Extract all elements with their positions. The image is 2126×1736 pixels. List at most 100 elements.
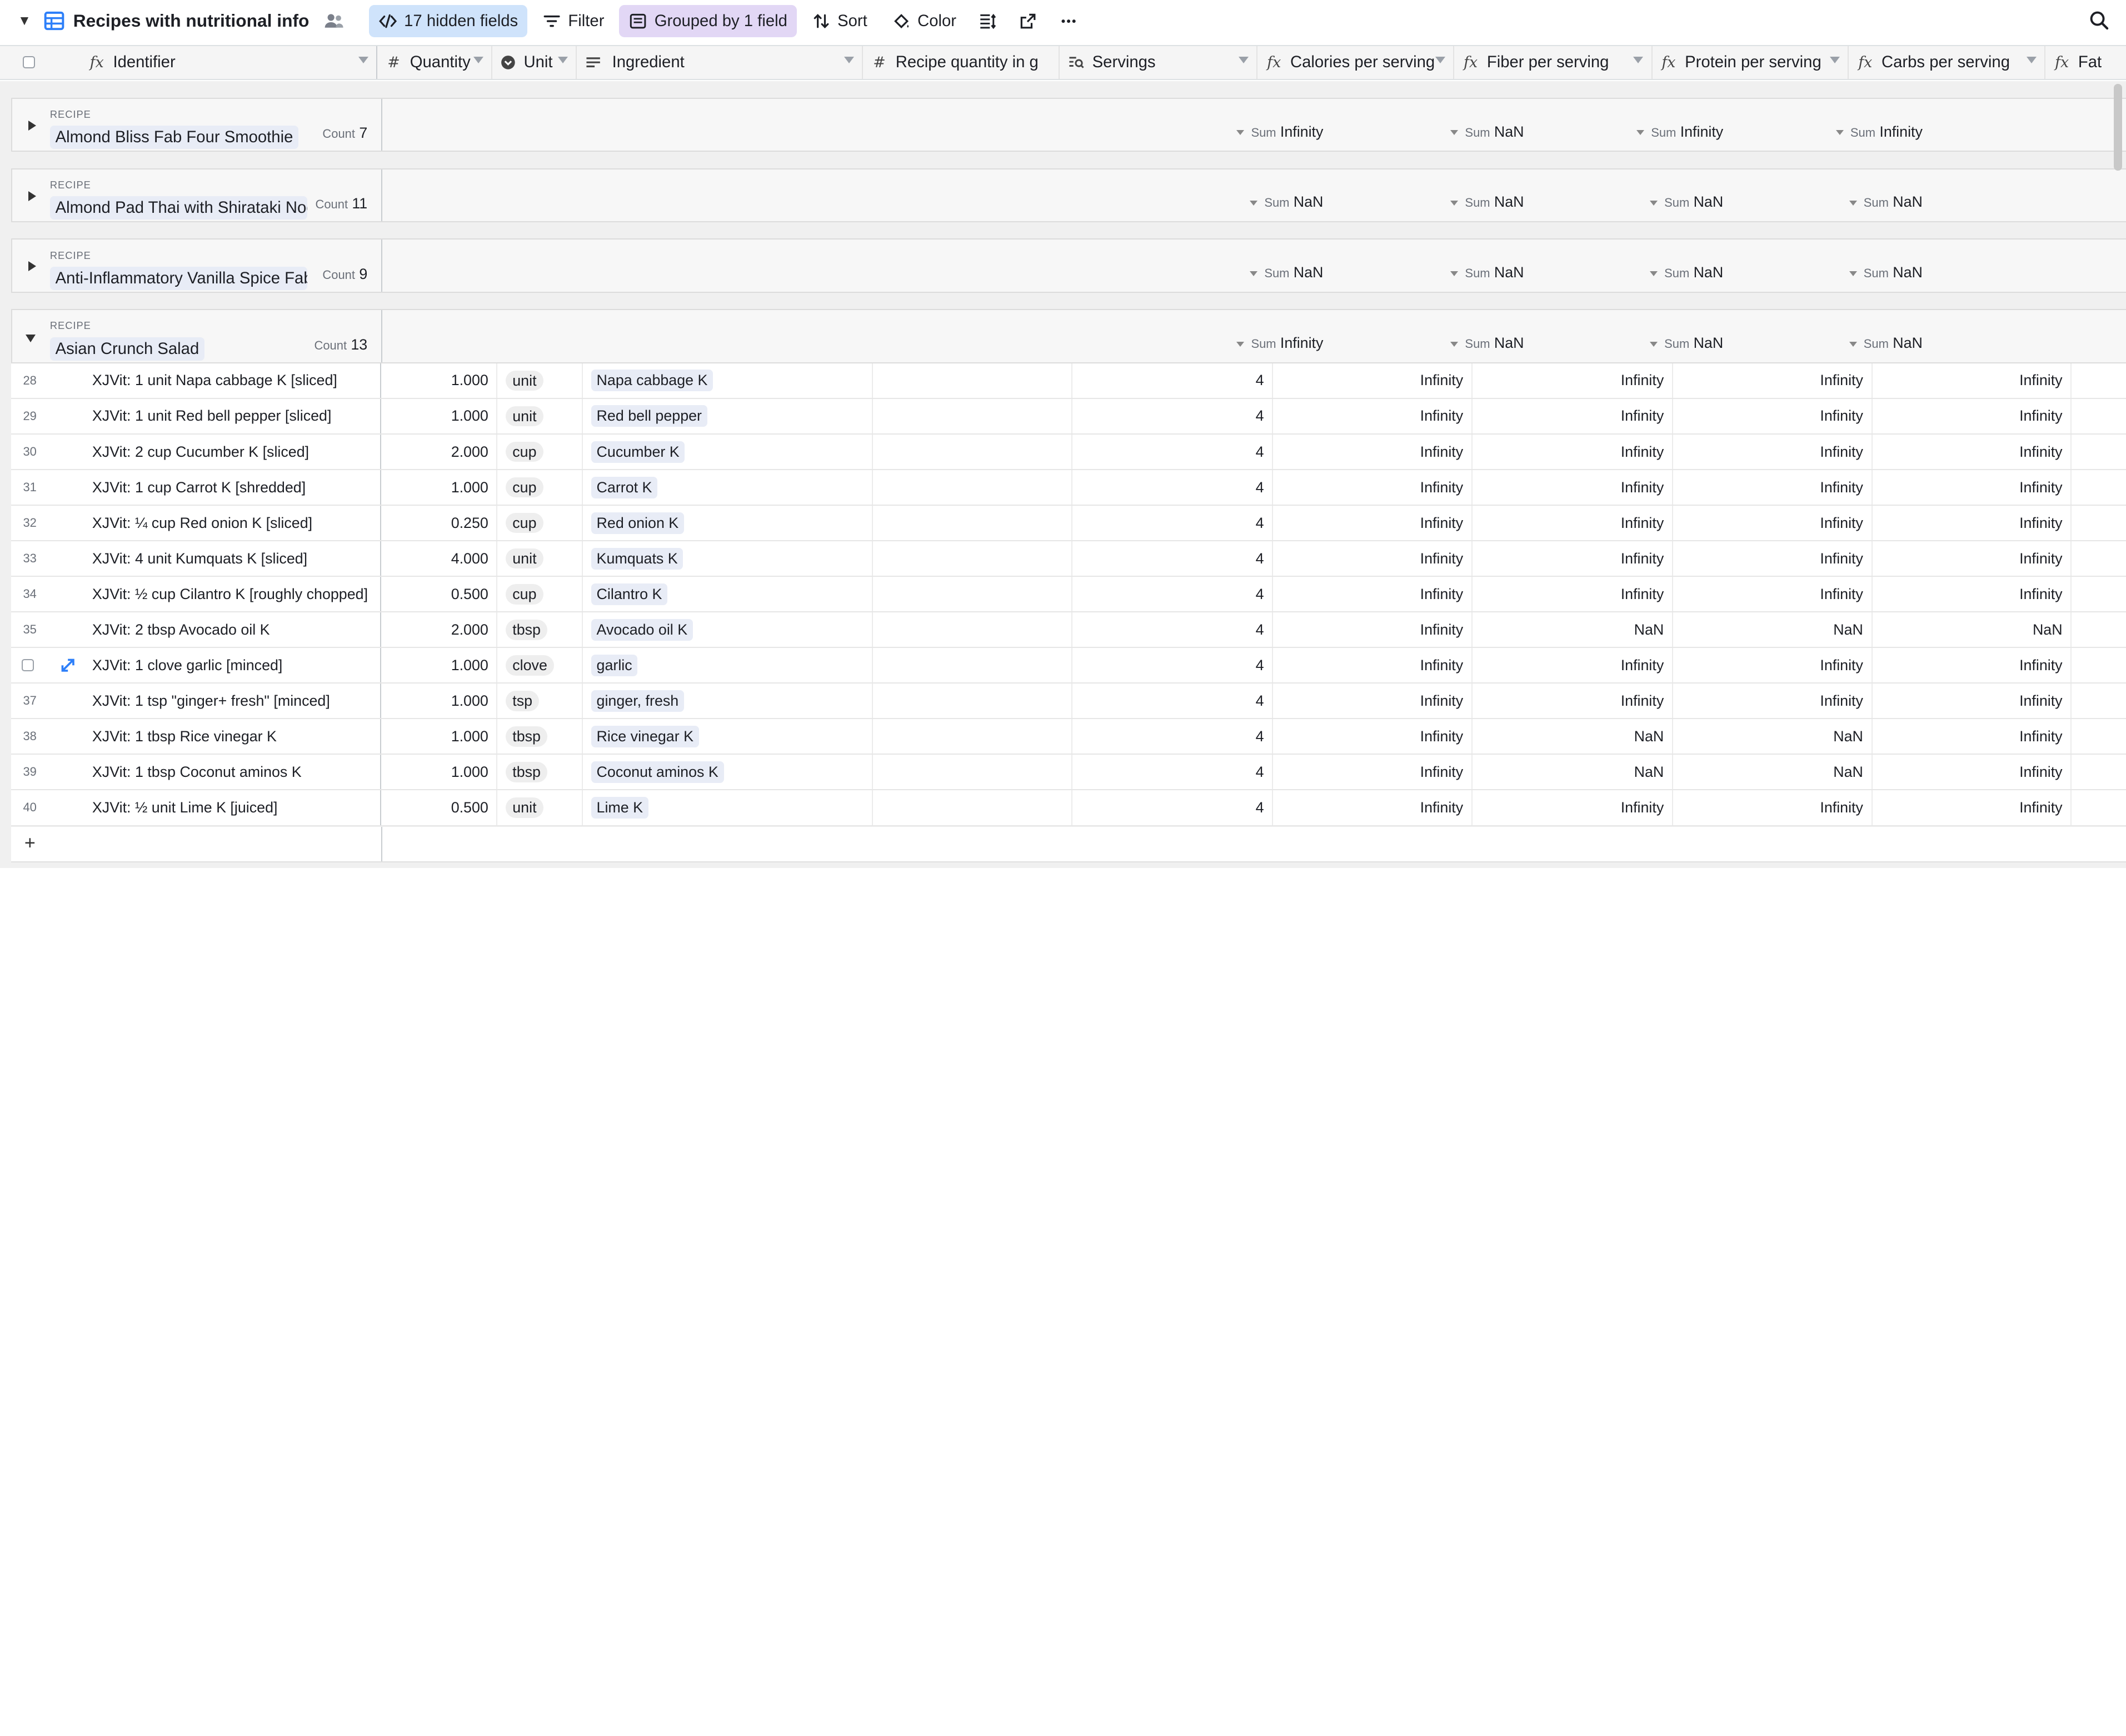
table-row[interactable]: 40 XJVit: ½ unit Lime K [juiced] 0.500 unit…	[11, 790, 2126, 826]
expand-record-icon[interactable]	[61, 659, 74, 672]
cell-quantity[interactable]: 1.000	[381, 719, 498, 754]
cell-identifier[interactable]: 34 XJVit: ½ cup Cilantro K [roughly chopp…	[11, 577, 381, 612]
cell-recipe-quantity[interactable]	[873, 790, 1072, 825]
cell-ingredient[interactable]: Cilantro K	[583, 577, 874, 612]
chevron-down-icon[interactable]	[473, 57, 483, 63]
cell-fiber[interactable]: NaN	[1473, 612, 1673, 647]
chevron-down-icon[interactable]	[1238, 57, 1249, 63]
cell-fiber[interactable]: Infinity	[1473, 648, 1673, 683]
cell-calories[interactable]: Infinity	[1273, 755, 1473, 790]
cell-quantity[interactable]: 1.000	[381, 648, 498, 683]
group-sum-carbs[interactable]: Sum NaN	[1849, 264, 1923, 281]
chevron-down-icon[interactable]	[2026, 57, 2037, 63]
table-row[interactable]: 30 XJVit: 2 cup Cucumber K [sliced] 2.000 c…	[11, 435, 2126, 471]
cell-fiber[interactable]: Infinity	[1473, 684, 1673, 719]
cell-calories[interactable]: Infinity	[1273, 790, 1473, 825]
group-sum-fiber[interactable]: Sum NaN	[1450, 123, 1524, 141]
cell-ingredient[interactable]: Napa cabbage K	[583, 363, 874, 398]
cell-unit[interactable]: cup	[497, 577, 583, 612]
cell-fat[interactable]	[2072, 719, 2126, 754]
cell-servings[interactable]: 4	[1072, 719, 1274, 754]
table-row[interactable]: 32 XJVit: ¼ cup Red onion K [sliced] 0.250…	[11, 506, 2126, 542]
table-row[interactable]: 31 XJVit: 1 cup Carrot K [shredded] 1.000 c…	[11, 470, 2126, 506]
cell-unit[interactable]: tbsp	[497, 755, 583, 790]
cell-calories[interactable]: Infinity	[1273, 363, 1473, 398]
cell-identifier[interactable]: XJVit: 1 clove garlic [minced]	[11, 648, 381, 683]
add-record-row[interactable]: +	[11, 827, 2126, 862]
cell-protein[interactable]: Infinity	[1673, 506, 1873, 541]
cell-calories[interactable]: Infinity	[1273, 612, 1473, 647]
cell-identifier[interactable]: 39 XJVit: 1 tbsp Coconut aminos K	[11, 755, 381, 790]
cell-fat[interactable]	[2072, 435, 2126, 469]
cell-calories[interactable]: Infinity	[1273, 470, 1473, 505]
table-row[interactable]: 28 XJVit: 1 unit Napa cabbage K [sliced] 1…	[11, 363, 2126, 399]
cell-fat[interactable]	[2072, 541, 2126, 576]
chevron-down-icon[interactable]	[1435, 57, 1445, 63]
group-sum-carbs[interactable]: Sum NaN	[1849, 335, 1923, 352]
cell-quantity[interactable]: 1.000	[381, 755, 498, 790]
cell-fat[interactable]	[2072, 612, 2126, 647]
cell-recipe-quantity[interactable]	[873, 648, 1072, 683]
cell-ingredient[interactable]: Cucumber K	[583, 435, 874, 470]
cell-quantity[interactable]: 0.500	[381, 790, 498, 825]
cell-ingredient[interactable]: Coconut aminos K	[583, 755, 874, 790]
cell-calories[interactable]: Infinity	[1273, 684, 1473, 719]
cell-fat[interactable]	[2072, 506, 2126, 540]
cell-unit[interactable]: tsp	[497, 684, 583, 719]
cell-calories[interactable]: Infinity	[1273, 541, 1473, 576]
group-sum-fiber[interactable]: Sum NaN	[1450, 335, 1524, 352]
cell-unit[interactable]: tbsp	[497, 719, 583, 754]
cell-quantity[interactable]: 1.000	[381, 470, 498, 505]
chevron-down-icon[interactable]	[844, 57, 854, 63]
cell-unit[interactable]: cup	[497, 435, 583, 470]
cell-unit[interactable]: cup	[497, 470, 583, 505]
header-fiber[interactable]: fx Fiber per serving	[1454, 46, 1653, 79]
cell-quantity[interactable]: 1.000	[381, 363, 498, 398]
header-servings[interactable]: Servings	[1060, 46, 1258, 79]
expand-group-icon[interactable]	[28, 120, 36, 131]
expand-group-icon[interactable]	[28, 191, 36, 201]
table-row[interactable]: 34 XJVit: ½ cup Cilantro K [roughly chopp…	[11, 577, 2126, 613]
cell-identifier[interactable]: 40 XJVit: ½ unit Lime K [juiced]	[11, 790, 381, 825]
group-sum-protein[interactable]: Sum NaN	[1649, 264, 1723, 281]
cell-unit[interactable]: unit	[497, 363, 583, 398]
cell-identifier[interactable]: 29 XJVit: 1 unit Red bell pepper [sliced]	[11, 398, 381, 433]
cell-carbs[interactable]: Infinity	[1873, 719, 2072, 754]
table-row[interactable]: XJVit: 1 clove garlic [minced] 1.000 clove…	[11, 648, 2126, 684]
cell-fat[interactable]	[2072, 577, 2126, 611]
cell-recipe-quantity[interactable]	[873, 612, 1072, 647]
cell-servings[interactable]: 4	[1072, 435, 1274, 470]
cell-identifier[interactable]: 38 XJVit: 1 tbsp Rice vinegar K	[11, 719, 381, 754]
cell-quantity[interactable]: 2.000	[381, 612, 498, 647]
cell-ingredient[interactable]: Lime K	[583, 790, 874, 825]
cell-carbs[interactable]: Infinity	[1873, 470, 2072, 505]
cell-fat[interactable]	[2072, 790, 2126, 825]
cell-recipe-quantity[interactable]	[873, 398, 1072, 433]
table-row[interactable]: 33 XJVit: 4 unit Kumquats K [sliced] 4.000…	[11, 541, 2126, 577]
cell-unit[interactable]: unit	[497, 398, 583, 433]
filter-button[interactable]: Filter	[533, 5, 614, 38]
vertical-scrollbar[interactable]	[2113, 84, 2122, 171]
group-sum-fiber[interactable]: Sum NaN	[1450, 193, 1524, 211]
cell-ingredient[interactable]: Carrot K	[583, 470, 874, 505]
cell-carbs[interactable]: Infinity	[1873, 435, 2072, 470]
cell-fiber[interactable]: Infinity	[1473, 506, 1673, 541]
cell-servings[interactable]: 4	[1072, 541, 1274, 576]
header-protein[interactable]: fx Protein per serving	[1653, 46, 1849, 79]
select-all-checkbox[interactable]	[23, 56, 36, 69]
cell-calories[interactable]: Infinity	[1273, 719, 1473, 754]
group-header[interactable]: RECIPE Almond Pad Thai with Shirataki No…	[11, 168, 2126, 223]
cell-ingredient[interactable]: Red bell pepper	[583, 398, 874, 433]
more-options-button[interactable]	[1050, 5, 1087, 38]
cell-protein[interactable]: Infinity	[1673, 684, 1873, 719]
cell-servings[interactable]: 4	[1072, 398, 1274, 433]
cell-ingredient[interactable]: Avocado oil K	[583, 612, 874, 647]
cell-servings[interactable]: 4	[1072, 790, 1274, 825]
cell-fiber[interactable]: Infinity	[1473, 398, 1673, 433]
table-row[interactable]: 39 XJVit: 1 tbsp Coconut aminos K 1.000 tbs…	[11, 755, 2126, 791]
cell-carbs[interactable]: NaN	[1873, 612, 2072, 647]
group-sum-calories[interactable]: Sum Infinity	[1236, 123, 1323, 141]
add-record-icon[interactable]: +	[24, 832, 36, 854]
cell-recipe-quantity[interactable]	[873, 684, 1072, 719]
table-row[interactable]: 37 XJVit: 1 tsp "ginger+ fresh" [minced] 1…	[11, 684, 2126, 720]
